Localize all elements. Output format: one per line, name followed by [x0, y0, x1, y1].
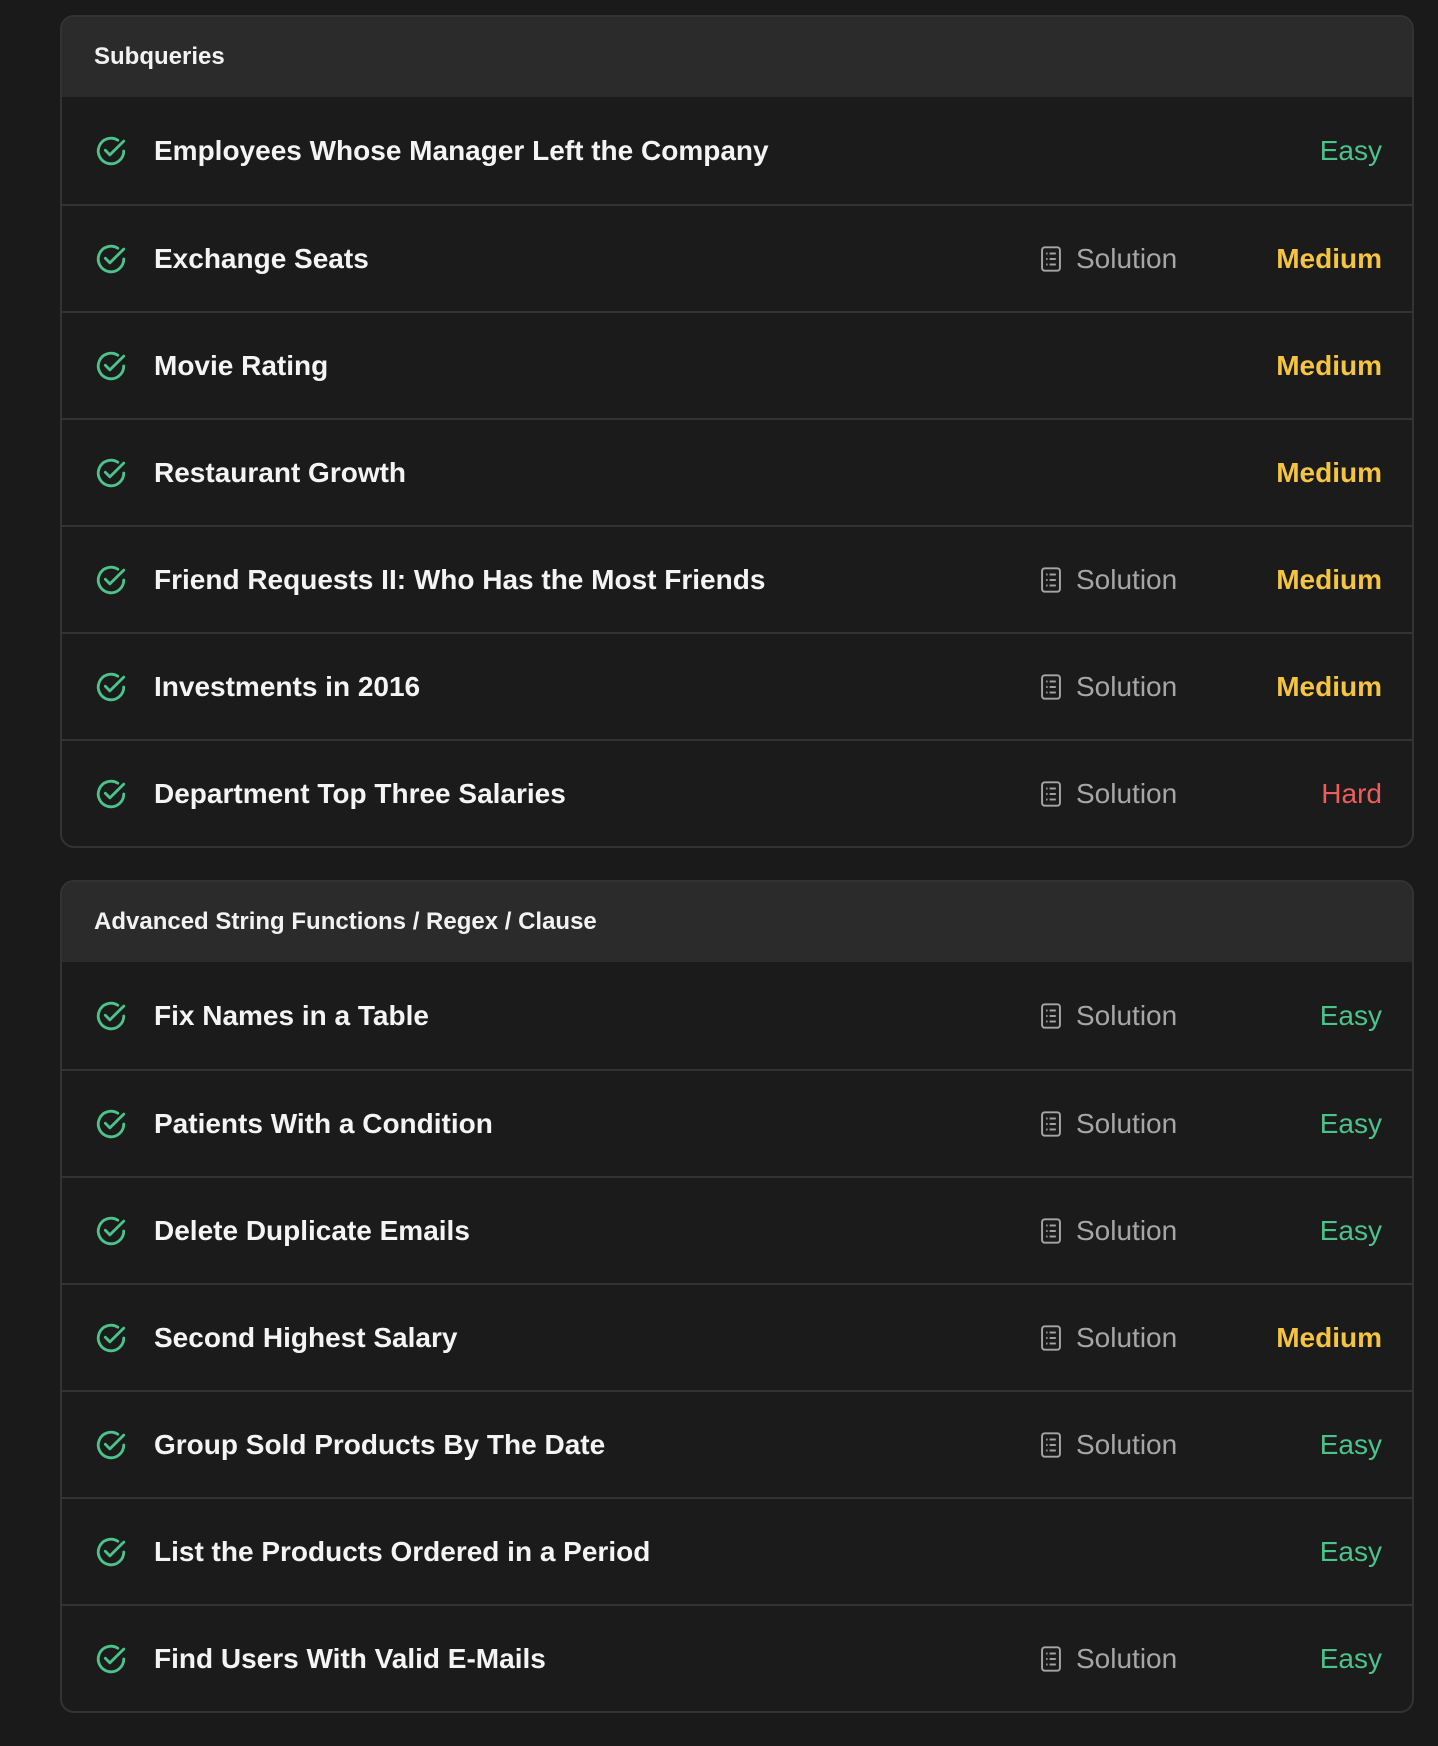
problem-row[interactable]: Find Users With Valid E-Mails Solution E…: [62, 1604, 1412, 1711]
solved-check-icon: [96, 351, 126, 380]
problem-row[interactable]: Exchange Seats Solution Medium: [62, 204, 1412, 311]
solution-label: Solution: [1076, 1214, 1178, 1246]
problem-row[interactable]: Department Top Three Salaries Solution H…: [62, 739, 1412, 846]
difficulty-badge: Easy: [1319, 134, 1382, 166]
problem-title[interactable]: Employees Whose Manager Left the Company: [154, 135, 769, 167]
problem-title[interactable]: Investments in 2016: [154, 671, 420, 703]
solved-check-icon: [96, 244, 126, 273]
solution-link[interactable]: Solution: [1040, 778, 1177, 810]
solution-label: Solution: [1076, 563, 1178, 595]
problem-row[interactable]: Fix Names in a Table Solution Easy: [62, 962, 1412, 1069]
difficulty-badge: Easy: [1319, 1535, 1382, 1567]
solution-label: Solution: [1076, 242, 1178, 274]
solution-link[interactable]: Solution: [1040, 1000, 1177, 1032]
difficulty-badge: Medium: [1276, 349, 1382, 381]
solved-check-icon: [96, 672, 126, 701]
study-plan-section: Subqueries Employees Whose Manager Left …: [60, 15, 1414, 848]
solution-link[interactable]: Solution: [1040, 564, 1177, 596]
difficulty-badge: Medium: [1276, 456, 1382, 488]
problem-title[interactable]: Group Sold Products By The Date: [154, 1429, 605, 1461]
solution-link[interactable]: Solution: [1040, 1643, 1177, 1675]
section-title: Advanced String Functions / Regex / Clau…: [62, 882, 1412, 962]
problem-title[interactable]: Patients With a Condition: [154, 1108, 493, 1140]
solution-label: Solution: [1076, 1428, 1178, 1460]
solution-label: Solution: [1076, 1107, 1178, 1139]
solved-check-icon: [96, 1430, 126, 1459]
difficulty-badge: Medium: [1276, 1321, 1382, 1353]
difficulty-badge: Easy: [1319, 1214, 1382, 1246]
solution-label: Solution: [1076, 670, 1178, 702]
solved-check-icon: [96, 136, 126, 165]
document-icon: [1041, 1431, 1061, 1458]
solved-check-icon: [96, 565, 126, 594]
difficulty-badge: Easy: [1319, 1642, 1382, 1674]
solved-check-icon: [96, 779, 126, 808]
solution-link[interactable]: Solution: [1040, 1215, 1177, 1247]
problem-row[interactable]: Delete Duplicate Emails Solution Easy: [62, 1176, 1412, 1283]
problem-row[interactable]: List the Products Ordered in a Period Ea…: [62, 1497, 1412, 1604]
problem-row[interactable]: Patients With a Condition Solution Easy: [62, 1069, 1412, 1176]
problem-row[interactable]: Second Highest Salary Solution Medium: [62, 1283, 1412, 1390]
solution-label: Solution: [1076, 1642, 1178, 1674]
problem-title[interactable]: Delete Duplicate Emails: [154, 1215, 470, 1247]
solution-link[interactable]: Solution: [1040, 1108, 1177, 1140]
solution-link[interactable]: Solution: [1040, 1429, 1177, 1461]
document-icon: [1041, 1324, 1061, 1351]
document-icon: [1041, 1002, 1061, 1029]
section-title: Subqueries: [62, 17, 1412, 97]
solution-label: Solution: [1076, 777, 1178, 809]
problem-row[interactable]: Movie Rating Medium: [62, 311, 1412, 418]
problem-row[interactable]: Friend Requests II: Who Has the Most Fri…: [62, 525, 1412, 632]
document-icon: [1041, 566, 1061, 593]
solution-label: Solution: [1076, 1321, 1178, 1353]
solution-link[interactable]: Solution: [1040, 243, 1177, 275]
problem-title[interactable]: Find Users With Valid E-Mails: [154, 1643, 546, 1675]
difficulty-badge: Easy: [1319, 1428, 1382, 1460]
document-icon: [1041, 1217, 1061, 1244]
document-icon: [1041, 245, 1061, 272]
study-plan-section: Advanced String Functions / Regex / Clau…: [60, 880, 1414, 1713]
solved-check-icon: [96, 1001, 126, 1030]
solved-check-icon: [96, 1644, 126, 1673]
solved-check-icon: [96, 458, 126, 487]
problem-row[interactable]: Investments in 2016 Solution Medium: [62, 632, 1412, 739]
solved-check-icon: [96, 1323, 126, 1352]
solution-link[interactable]: Solution: [1040, 1322, 1177, 1354]
problem-title[interactable]: Exchange Seats: [154, 243, 369, 275]
difficulty-badge: Medium: [1276, 563, 1382, 595]
problem-title[interactable]: Movie Rating: [154, 350, 328, 382]
difficulty-badge: Hard: [1321, 777, 1382, 809]
problem-title[interactable]: Second Highest Salary: [154, 1322, 457, 1354]
difficulty-badge: Easy: [1319, 1107, 1382, 1139]
solved-check-icon: [96, 1537, 126, 1566]
document-icon: [1041, 673, 1061, 700]
problem-title[interactable]: Department Top Three Salaries: [154, 778, 566, 810]
problem-rows: Employees Whose Manager Left the Company…: [62, 97, 1412, 846]
solved-check-icon: [96, 1109, 126, 1138]
difficulty-badge: Medium: [1276, 242, 1382, 274]
problem-list: Subqueries Employees Whose Manager Left …: [60, 15, 1414, 1745]
difficulty-badge: Medium: [1276, 670, 1382, 702]
solution-label: Solution: [1076, 999, 1178, 1031]
problem-title[interactable]: Fix Names in a Table: [154, 1000, 429, 1032]
solved-check-icon: [96, 1216, 126, 1245]
document-icon: [1041, 1110, 1061, 1137]
document-icon: [1041, 780, 1061, 807]
problem-title[interactable]: List the Products Ordered in a Period: [154, 1536, 650, 1568]
problem-row[interactable]: Employees Whose Manager Left the Company…: [62, 97, 1412, 204]
solution-link[interactable]: Solution: [1040, 671, 1177, 703]
document-icon: [1041, 1645, 1061, 1672]
problem-row[interactable]: Group Sold Products By The Date Solution…: [62, 1390, 1412, 1497]
problem-title[interactable]: Restaurant Growth: [154, 457, 406, 489]
problem-title[interactable]: Friend Requests II: Who Has the Most Fri…: [154, 564, 765, 596]
difficulty-badge: Easy: [1319, 999, 1382, 1031]
problem-rows: Fix Names in a Table Solution Easy Patie…: [62, 962, 1412, 1711]
problem-row[interactable]: Restaurant Growth Medium: [62, 418, 1412, 525]
